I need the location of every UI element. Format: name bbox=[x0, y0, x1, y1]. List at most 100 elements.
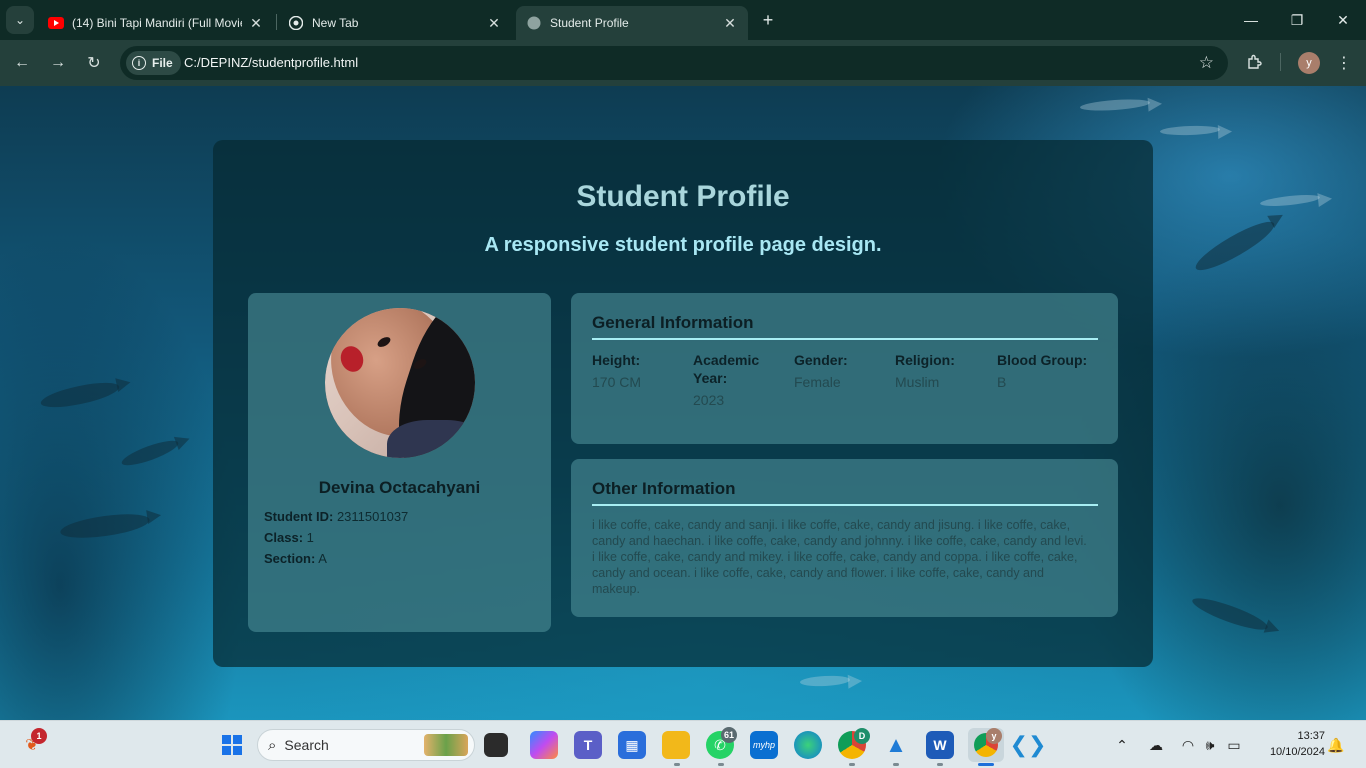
section-value: A bbox=[318, 551, 327, 566]
active-indicator bbox=[978, 763, 994, 766]
close-icon[interactable]: ✕ bbox=[722, 15, 738, 31]
search-icon: ⌕ bbox=[268, 736, 277, 754]
search-highlight-image bbox=[424, 734, 468, 756]
word-icon[interactable]: W bbox=[926, 731, 954, 759]
religion-field: Religion: Muslim bbox=[895, 351, 991, 391]
chevron-down-icon: ⌄ bbox=[14, 13, 26, 27]
close-icon[interactable]: ✕ bbox=[248, 15, 264, 31]
profile-avatar[interactable]: y bbox=[1298, 52, 1320, 74]
chevron-up-icon[interactable]: ⌃ bbox=[1110, 731, 1134, 759]
blood-group-value: B bbox=[997, 374, 1007, 390]
extensions-puzzle-icon[interactable] bbox=[1244, 51, 1264, 73]
profile-container: Student Profile A responsive student pro… bbox=[213, 140, 1153, 667]
height-field: Height: 170 CM bbox=[592, 351, 688, 391]
close-icon[interactable]: ✕ bbox=[486, 15, 502, 31]
chrome-profile-badge: D bbox=[854, 728, 870, 744]
blood-group-field: Blood Group: B bbox=[997, 351, 1107, 391]
page-title: Student Profile bbox=[576, 180, 790, 213]
volume-icon[interactable]: 🕪 bbox=[1198, 731, 1222, 759]
tab-student-profile[interactable]: Student Profile ✕ bbox=[516, 6, 748, 40]
gender-value: Female bbox=[794, 374, 841, 390]
chrome-icon bbox=[288, 15, 304, 31]
section-row: Section: A bbox=[264, 551, 327, 566]
task-view-icon[interactable] bbox=[484, 733, 508, 757]
gender-label: Gender: bbox=[794, 352, 848, 368]
gender-field: Gender: Female bbox=[794, 351, 890, 391]
minimize-icon[interactable]: — bbox=[1236, 8, 1266, 32]
student-id-row: Student ID: 2311501037 bbox=[264, 509, 408, 524]
tab-strip: ⌄ (14) Bini Tapi Mandiri (Full Movie) ✕ … bbox=[0, 0, 1366, 40]
forward-arrow-icon[interactable]: → bbox=[46, 51, 70, 75]
store-icon[interactable]: ▦ bbox=[618, 731, 646, 759]
taskbar-search[interactable]: ⌕ Search bbox=[257, 729, 475, 761]
search-placeholder: Search bbox=[284, 737, 329, 753]
academic-year-label: Academic Year: bbox=[693, 352, 760, 386]
tab-new-tab[interactable]: New Tab ✕ bbox=[278, 6, 512, 40]
academic-year-field: Academic Year: 2023 bbox=[693, 351, 773, 409]
tab-title: (14) Bini Tapi Mandiri (Full Movie) bbox=[72, 16, 242, 30]
close-window-icon[interactable]: ✕ bbox=[1328, 8, 1358, 32]
fish-shape bbox=[59, 509, 151, 543]
battery-icon[interactable]: ▭ bbox=[1222, 731, 1246, 759]
bookmark-star-icon[interactable]: ☆ bbox=[1199, 53, 1214, 73]
fish-shape bbox=[1189, 592, 1271, 636]
other-information-card: Other Information i like coffe, cake, ca… bbox=[571, 459, 1118, 617]
tab-youtube[interactable]: (14) Bini Tapi Mandiri (Full Movie) ✕ bbox=[38, 6, 274, 40]
student-id-label: Student ID: bbox=[264, 509, 334, 524]
other-information-heading: Other Information bbox=[592, 479, 736, 498]
cloud-warning-icon[interactable]: ☁ bbox=[1144, 731, 1168, 759]
page-viewport: Student Profile A responsive student pro… bbox=[0, 86, 1366, 720]
class-value: 1 bbox=[306, 530, 314, 545]
student-name: Devina Octacahyani bbox=[318, 478, 481, 497]
page-subtitle: A responsive student profile page design… bbox=[484, 234, 882, 256]
new-tab-button[interactable]: + bbox=[758, 10, 778, 30]
clock-time[interactable]: 13:37 bbox=[1255, 730, 1325, 742]
info-icon: i bbox=[132, 56, 146, 70]
restore-icon[interactable]: ❐ bbox=[1282, 8, 1312, 32]
chrome-active-badge: y bbox=[986, 728, 1002, 744]
file-explorer-icon[interactable] bbox=[662, 731, 690, 759]
toolbar-divider bbox=[1280, 53, 1281, 71]
vscode-icon[interactable]: ❮❯ bbox=[1010, 731, 1047, 759]
other-information-text: i like coffe, cake, candy and sanji. i l… bbox=[592, 518, 1087, 596]
tab-divider bbox=[276, 14, 277, 30]
heading-divider bbox=[592, 504, 1098, 506]
url-text[interactable]: C:/DEPINZ/studentprofile.html bbox=[184, 55, 358, 70]
teams-icon[interactable]: T bbox=[574, 731, 602, 759]
clock-date[interactable]: 10/10/2024 bbox=[1255, 746, 1325, 758]
heading-divider bbox=[592, 338, 1098, 340]
tab-title: Student Profile bbox=[550, 16, 629, 30]
youtube-icon bbox=[48, 15, 64, 31]
copilot-icon[interactable] bbox=[530, 731, 558, 759]
fish-shape bbox=[119, 436, 181, 470]
student-card: Devina Octacahyani Student ID: 231150103… bbox=[248, 293, 551, 632]
student-id-value: 2311501037 bbox=[336, 509, 409, 524]
windows-start-icon[interactable] bbox=[218, 731, 246, 759]
height-value: 170 CM bbox=[592, 374, 642, 390]
photo-shirt bbox=[387, 420, 475, 458]
whatsapp-badge: 61 bbox=[721, 727, 738, 743]
back-arrow-icon[interactable]: ← bbox=[10, 51, 34, 75]
reload-icon[interactable]: ↻ bbox=[82, 51, 106, 75]
class-label: Class: bbox=[264, 530, 304, 545]
academic-year-value: 2023 bbox=[693, 392, 725, 408]
site-info-chip[interactable]: i File bbox=[126, 51, 181, 75]
notification-bell-icon[interactable]: 🔔 bbox=[1324, 731, 1348, 759]
taskbar: ❦ 1 ⌕ Search T ▦ ✆ 61 myhp D ▲ W y ❮❯ ⌃ … bbox=[0, 720, 1366, 768]
more-menu-icon[interactable]: ⋮ bbox=[1334, 52, 1354, 74]
tab-title: New Tab bbox=[312, 16, 359, 30]
fish-shape bbox=[799, 674, 851, 688]
myhp-icon[interactable]: myhp bbox=[750, 731, 778, 759]
fish-shape bbox=[39, 377, 121, 413]
wifi-icon[interactable]: ◠ bbox=[1176, 731, 1200, 759]
shark-app-icon[interactable]: ▲ bbox=[882, 731, 910, 759]
globe-icon bbox=[526, 15, 542, 31]
running-indicator bbox=[937, 763, 943, 766]
edge-icon[interactable] bbox=[794, 731, 822, 759]
blood-group-label: Blood Group: bbox=[997, 352, 1088, 368]
address-bar[interactable]: i File C:/DEPINZ/studentprofile.html ☆ bbox=[120, 46, 1228, 80]
tab-search-button[interactable]: ⌄ bbox=[6, 6, 34, 34]
notification-badge: 1 bbox=[31, 728, 47, 744]
running-indicator bbox=[849, 763, 855, 766]
general-information-card: General Information Height: 170 CM Acade… bbox=[571, 293, 1118, 444]
